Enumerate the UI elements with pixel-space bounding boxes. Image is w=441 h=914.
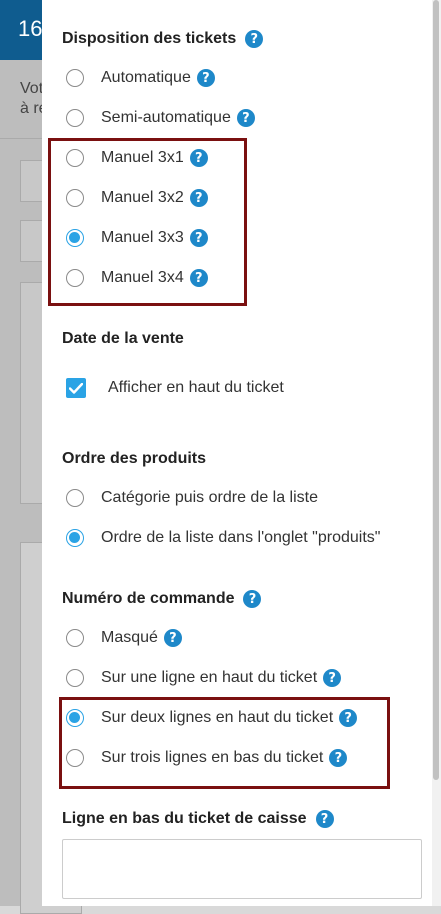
help-icon[interactable]: ? [339,709,358,727]
help-icon[interactable]: ? [196,69,215,87]
radio-label: Sur deux lignes en haut du ticket [101,709,334,726]
radio-deux-lignes[interactable]: Sur deux lignes en haut du ticket ? [66,709,358,727]
section-title-text: Numéro de commande [62,590,235,607]
help-icon[interactable]: ? [245,30,264,48]
section-title-text: Ligne en bas du ticket de caisse [62,810,307,827]
radio-icon-selected[interactable] [66,709,84,727]
section-title-text: Disposition des tickets [62,30,237,47]
help-icon[interactable]: ? [189,149,208,167]
radio-categorie[interactable]: Catégorie puis ordre de la liste [66,489,318,507]
radio-label: Manuel 3x3 [101,229,184,246]
section-title-date: Date de la vente [62,330,184,348]
radio-label: Manuel 3x4 [101,269,184,286]
section-title-text: Ordre des produits [62,450,207,467]
help-icon[interactable]: ? [243,590,262,608]
radio-manuel-3x3[interactable]: Manuel 3x3 ? [66,229,208,247]
help-icon[interactable]: ? [323,669,342,687]
footer-line-textarea[interactable] [62,839,422,899]
radio-icon[interactable] [66,69,84,87]
radio-trois-lignes[interactable]: Sur trois lignes en bas du ticket ? [66,749,348,767]
section-title-disposition: Disposition des tickets ? [62,30,264,48]
radio-icon[interactable] [66,669,84,687]
background-header-text: 16 [18,16,43,41]
help-icon[interactable]: ? [163,629,182,647]
radio-manuel-3x2[interactable]: Manuel 3x2 ? [66,189,208,207]
radio-icon[interactable] [66,629,84,647]
radio-label: Masqué [101,629,158,646]
radio-icon[interactable] [66,109,84,127]
section-title-ordre: Ordre des produits [62,450,206,468]
radio-automatique[interactable]: Automatique ? [66,69,215,87]
radio-une-ligne[interactable]: Sur une ligne en haut du ticket ? [66,669,342,687]
radio-icon[interactable] [66,149,84,167]
radio-ordre-liste[interactable]: Ordre de la liste dans l'onglet "produit… [66,529,380,547]
radio-icon-selected[interactable] [66,229,84,247]
radio-icon-selected[interactable] [66,529,84,547]
check-icon [69,382,83,394]
radio-label: Automatique [101,69,191,86]
scrollbar-thumb[interactable] [433,0,439,780]
background-text: Vot [20,80,44,97]
radio-label: Sur trois lignes en bas du ticket [101,749,324,766]
radio-masque[interactable]: Masqué ? [66,629,182,647]
help-icon[interactable]: ? [329,749,348,767]
checkbox-label: Afficher en haut du ticket [108,379,284,396]
help-icon[interactable]: ? [315,810,334,828]
radio-manuel-3x4[interactable]: Manuel 3x4 ? [66,269,208,287]
radio-label: Sur une ligne en haut du ticket [101,669,318,686]
help-icon[interactable]: ? [236,109,255,127]
radio-label: Manuel 3x1 [101,149,184,166]
radio-icon[interactable] [66,749,84,767]
radio-icon[interactable] [66,269,84,287]
radio-manuel-3x1[interactable]: Manuel 3x1 ? [66,149,208,167]
help-icon[interactable]: ? [189,269,208,287]
radio-label: Ordre de la liste dans l'onglet "produit… [101,529,381,546]
radio-label: Semi-automatique [101,109,231,126]
section-title-numero: Numéro de commande ? [62,590,262,608]
settings-drawer: Disposition des tickets ? Automatique ? … [42,0,432,906]
radio-label: Catégorie puis ordre de la liste [101,489,319,506]
scrollbar[interactable] [432,0,441,906]
checkbox-checked[interactable] [66,378,86,398]
radio-icon[interactable] [66,489,84,507]
radio-semi-automatique[interactable]: Semi-automatique ? [66,109,255,127]
section-title-text: Date de la vente [62,330,184,347]
radio-label: Manuel 3x2 [101,189,184,206]
radio-icon[interactable] [66,189,84,207]
help-icon[interactable]: ? [189,229,208,247]
help-icon[interactable]: ? [189,189,208,207]
checkbox-afficher-date[interactable]: Afficher en haut du ticket [66,378,284,398]
section-title-ligne: Ligne en bas du ticket de caisse ? [62,810,334,828]
